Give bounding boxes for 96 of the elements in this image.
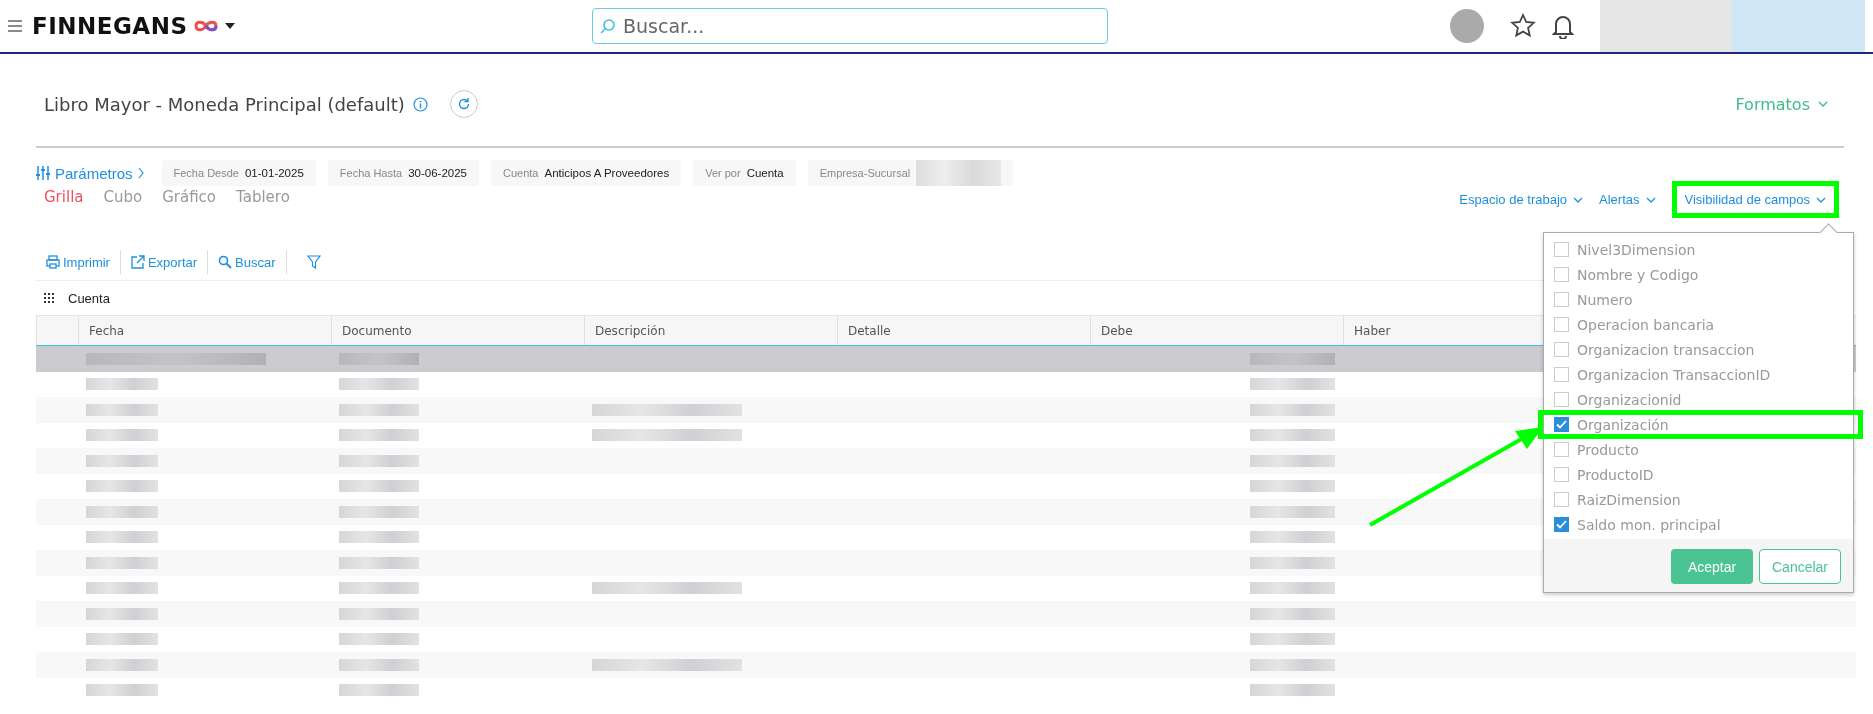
parameter-field[interactable]: Fecha Desde 01-01-2025 [161, 160, 316, 186]
dropdown-menu[interactable]: Espacio de trabajo [1459, 192, 1584, 207]
parameter-field[interactable]: Ver por Cuenta [693, 160, 796, 186]
field-checkbox-item[interactable]: Nombre y Codigo [1544, 262, 1853, 287]
view-tab[interactable]: Gráfico [162, 188, 217, 206]
field-checkbox-item[interactable]: Operacion bancaria [1544, 312, 1853, 337]
checkbox[interactable] [1554, 517, 1569, 532]
view-tab[interactable]: Tablero [236, 188, 290, 206]
refresh-icon [456, 97, 471, 111]
checkbox[interactable] [1554, 467, 1569, 482]
info-icon [412, 96, 428, 112]
formats-dropdown[interactable]: Formatos [1729, 93, 1834, 115]
parameter-label: Cuenta [503, 167, 539, 179]
infinity-logo-icon [193, 18, 220, 34]
search-icon [218, 255, 233, 269]
parameter-value: Anticipos A Proveedores [544, 167, 670, 179]
caret-icon [225, 23, 236, 29]
report-title: Libro Mayor - Moneda Principal (default) [44, 93, 405, 115]
checkbox[interactable] [1554, 417, 1569, 432]
refresh-button[interactable] [449, 90, 478, 118]
checkbox[interactable] [1554, 442, 1569, 457]
checkbox[interactable] [1554, 342, 1569, 357]
chevron-down-icon [1816, 196, 1826, 203]
chevron-down-icon [1818, 101, 1828, 107]
parameter-label: Fecha Hasta [339, 167, 403, 179]
checkbox[interactable] [1554, 317, 1569, 332]
check-icon [1556, 520, 1567, 529]
column-header[interactable]: Fecha [78, 316, 331, 345]
field-checkbox-item[interactable]: RaizDimension [1544, 487, 1853, 512]
checkbox[interactable] [1554, 292, 1569, 307]
field-checkbox-item[interactable]: Organización [1540, 412, 1861, 437]
export-button[interactable]: Exportar [120, 250, 209, 274]
column-header[interactable]: Descripción [584, 316, 837, 345]
parameter-label: Fecha Desde [173, 167, 239, 179]
filter-icon [306, 255, 321, 269]
parameter-label: Empresa-Sucursal [819, 167, 911, 179]
view-tab[interactable]: Cubo [103, 188, 143, 206]
checkbox[interactable] [1554, 492, 1569, 507]
chevron-down-icon [1645, 196, 1656, 203]
bell-icon [1552, 13, 1574, 39]
blurred-text-block [86, 582, 158, 595]
check-icon [1556, 420, 1567, 429]
parameter-value: Cuenta [746, 167, 784, 179]
checkbox[interactable] [1554, 267, 1569, 282]
parameter-value: 30-06-2025 [408, 167, 467, 179]
field-checkbox-item[interactable]: Organizacionid [1544, 387, 1853, 412]
field-checkbox-item[interactable]: Organizacion transaccion [1544, 337, 1853, 362]
dropdown-menu[interactable]: Alertas [1599, 192, 1656, 207]
print-button[interactable]: Imprimir [36, 250, 121, 274]
blurred-text-block [86, 480, 158, 493]
menu-icon [8, 20, 22, 32]
checkbox[interactable] [1554, 392, 1569, 407]
grid-icon [44, 293, 54, 303]
view-tab[interactable]: Grilla [44, 188, 84, 206]
chevron-right-icon [137, 167, 144, 179]
field-checkbox-item[interactable]: Nivel3Dimension [1544, 237, 1853, 262]
logo-text: FINNEGANS [32, 13, 188, 39]
grouping-label: Cuenta [68, 290, 110, 306]
checkbox[interactable] [1554, 367, 1569, 382]
parameter-value: 01-01-2025 [244, 167, 304, 179]
star-icon [1510, 13, 1536, 39]
field-checkbox-item[interactable]: Producto [1544, 437, 1853, 462]
blurred-text-block [86, 556, 158, 569]
external-link-icon [130, 255, 145, 269]
blurred-text-block [86, 378, 158, 391]
blurred-text-block [86, 429, 158, 442]
sliders-icon [36, 166, 50, 180]
column-header[interactable]: Debe [1090, 316, 1343, 345]
accept-button[interactable]: Aceptar [1671, 549, 1753, 584]
blurred-text-block [86, 658, 158, 671]
blurred-text-block [86, 607, 158, 620]
checkbox[interactable] [1554, 242, 1569, 257]
blurred-text-block [86, 684, 158, 697]
column-header[interactable]: Documento [331, 316, 584, 345]
parameters-link[interactable]: Parámetros [36, 164, 144, 182]
blurred-text-block [86, 531, 158, 544]
chevron-down-icon [1573, 196, 1584, 203]
parameter-field[interactable]: Empresa-Sucursal [807, 160, 1014, 186]
field-checkbox-item[interactable]: Saldo mon. principal [1544, 512, 1853, 537]
field-checkbox-item[interactable]: Numero [1544, 287, 1853, 312]
blurred-text-block [86, 633, 158, 646]
blurred-text-block [86, 505, 158, 518]
cancel-button[interactable]: Cancelar [1759, 549, 1841, 584]
blurred-text-block [86, 454, 158, 467]
parameter-field[interactable]: Fecha Hasta 30-06-2025 [327, 160, 479, 186]
avatar-circle[interactable] [1450, 9, 1484, 43]
blurred-text-block [86, 403, 158, 416]
search-button[interactable]: Buscar [208, 250, 287, 274]
parameter-label: Ver por [705, 167, 741, 179]
parameter-field[interactable]: Cuenta Anticipos A Proveedores [491, 160, 682, 186]
field-checkbox-item[interactable]: Organizacion TransaccionID [1544, 362, 1853, 387]
printer-icon [46, 255, 60, 269]
dropdown-menu[interactable]: Visibilidad de campos [1671, 181, 1839, 218]
column-header[interactable]: Detalle [837, 316, 1090, 345]
search-field[interactable]: Buscar... [592, 8, 1108, 44]
field-checkbox-item[interactable]: ProductoID [1544, 462, 1853, 487]
